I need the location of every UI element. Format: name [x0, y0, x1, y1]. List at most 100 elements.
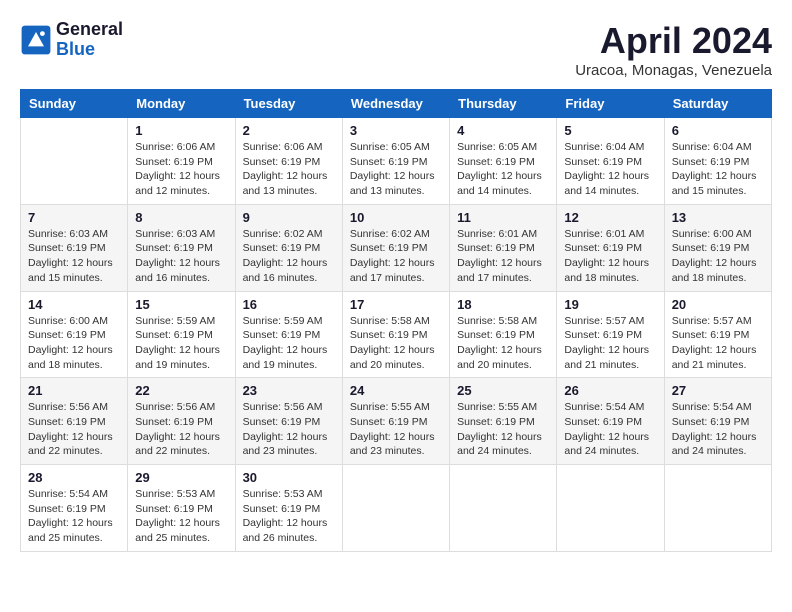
day-number: 27 — [672, 383, 764, 398]
calendar-day-header: Wednesday — [342, 90, 449, 118]
day-number: 16 — [243, 297, 335, 312]
calendar-week-row: 14 Sunrise: 6:00 AMSunset: 6:19 PMDayligh… — [21, 291, 772, 378]
location-subtitle: Uracoa, Monagas, Venezuela — [575, 62, 772, 79]
day-info: Sunrise: 5:59 AMSunset: 6:19 PMDaylight:… — [135, 314, 227, 373]
logo-icon — [20, 24, 52, 56]
calendar-week-row: 21 Sunrise: 5:56 AMSunset: 6:19 PMDayligh… — [21, 378, 772, 465]
calendar-cell — [557, 465, 664, 552]
day-info: Sunrise: 5:58 AMSunset: 6:19 PMDaylight:… — [350, 314, 442, 373]
logo-general: General — [56, 20, 123, 40]
calendar-cell: 3 Sunrise: 6:05 AMSunset: 6:19 PMDaylight… — [342, 118, 449, 205]
calendar-cell — [450, 465, 557, 552]
calendar-cell — [664, 465, 771, 552]
day-info: Sunrise: 6:05 AMSunset: 6:19 PMDaylight:… — [457, 140, 549, 199]
day-number: 6 — [672, 123, 764, 138]
calendar-cell: 11 Sunrise: 6:01 AMSunset: 6:19 PMDayligh… — [450, 204, 557, 291]
calendar-cell: 22Sunrise: 5:56 AMSunset: 6:19 PMDayligh… — [128, 378, 235, 465]
day-info: Sunrise: 5:55 AMSunset: 6:19 PMDaylight:… — [350, 400, 442, 459]
day-number: 7 — [28, 210, 120, 225]
day-number: 24 — [350, 383, 442, 398]
day-number: 28 — [28, 470, 120, 485]
day-info: Sunrise: 6:06 AMSunset: 6:19 PMDaylight:… — [135, 140, 227, 199]
day-number: 10 — [350, 210, 442, 225]
calendar-day-header: Tuesday — [235, 90, 342, 118]
day-info: Sunrise: 6:01 AMSunset: 6:19 PMDaylight:… — [457, 227, 549, 286]
day-number: 18 — [457, 297, 549, 312]
day-info: Sunrise: 5:57 AMSunset: 6:19 PMDaylight:… — [564, 314, 656, 373]
day-number: 23 — [243, 383, 335, 398]
day-number: 17 — [350, 297, 442, 312]
calendar-cell: 5Sunrise: 6:04 AMSunset: 6:19 PMDaylight… — [557, 118, 664, 205]
day-number: 13 — [672, 210, 764, 225]
day-number: 14 — [28, 297, 120, 312]
day-info: Sunrise: 6:04 AMSunset: 6:19 PMDaylight:… — [564, 140, 656, 199]
calendar-cell: 24 Sunrise: 5:55 AMSunset: 6:19 PMDayligh… — [342, 378, 449, 465]
calendar-cell: 13 Sunrise: 6:00 AMSunset: 6:19 PMDayligh… — [664, 204, 771, 291]
title-block: April 2024 Uracoa, Monagas, Venezuela — [575, 20, 772, 79]
day-info: Sunrise: 6:06 AMSunset: 6:19 PMDaylight:… — [243, 140, 335, 199]
day-info: Sunrise: 5:53 AMSunset: 6:19 PMDaylight:… — [135, 487, 227, 546]
day-info: Sunrise: 5:56 AMSunset: 6:19 PMDaylight:… — [28, 400, 120, 459]
day-number: 19 — [564, 297, 656, 312]
day-number: 9 — [243, 210, 335, 225]
calendar-cell: 16 Sunrise: 5:59 AMSunset: 6:19 PMDayligh… — [235, 291, 342, 378]
day-info: Sunrise: 6:01 AMSunset: 6:19 PMDaylight:… — [564, 227, 656, 286]
day-number: 2 — [243, 123, 335, 138]
calendar-cell: 20 Sunrise: 5:57 AMSunset: 6:19 PMDayligh… — [664, 291, 771, 378]
day-number: 26 — [564, 383, 656, 398]
calendar-cell: 9 Sunrise: 6:02 AMSunset: 6:19 PMDaylight… — [235, 204, 342, 291]
day-info: Sunrise: 5:57 AMSunset: 6:19 PMDaylight:… — [672, 314, 764, 373]
calendar-week-row: 1Sunrise: 6:06 AMSunset: 6:19 PMDaylight… — [21, 118, 772, 205]
day-number: 22 — [135, 383, 227, 398]
day-info: Sunrise: 5:54 AMSunset: 6:19 PMDaylight:… — [672, 400, 764, 459]
calendar-day-header: Sunday — [21, 90, 128, 118]
day-info: Sunrise: 6:02 AMSunset: 6:19 PMDaylight:… — [243, 227, 335, 286]
calendar-cell: 23Sunrise: 5:56 AMSunset: 6:19 PMDayligh… — [235, 378, 342, 465]
page-header: General Blue April 2024 Uracoa, Monagas,… — [20, 20, 772, 79]
calendar-week-row: 7 Sunrise: 6:03 AMSunset: 6:19 PMDaylight… — [21, 204, 772, 291]
calendar-day-header: Saturday — [664, 90, 771, 118]
day-number: 29 — [135, 470, 227, 485]
day-number: 21 — [28, 383, 120, 398]
calendar-day-header: Monday — [128, 90, 235, 118]
day-info: Sunrise: 5:54 AMSunset: 6:19 PMDaylight:… — [28, 487, 120, 546]
day-info: Sunrise: 5:59 AMSunset: 6:19 PMDaylight:… — [243, 314, 335, 373]
logo-text: General Blue — [56, 20, 123, 60]
month-title: April 2024 — [575, 20, 772, 62]
logo-blue: Blue — [56, 40, 123, 60]
day-number: 15 — [135, 297, 227, 312]
calendar-week-row: 28 Sunrise: 5:54 AMSunset: 6:19 PMDayligh… — [21, 465, 772, 552]
day-info: Sunrise: 5:55 AMSunset: 6:19 PMDaylight:… — [457, 400, 549, 459]
calendar-header-row: SundayMondayTuesdayWednesdayThursdayFrid… — [21, 90, 772, 118]
calendar-cell: 7 Sunrise: 6:03 AMSunset: 6:19 PMDaylight… — [21, 204, 128, 291]
calendar-cell: 14 Sunrise: 6:00 AMSunset: 6:19 PMDayligh… — [21, 291, 128, 378]
calendar-cell: 19 Sunrise: 5:57 AMSunset: 6:19 PMDayligh… — [557, 291, 664, 378]
calendar-cell: 29 Sunrise: 5:53 AMSunset: 6:19 PMDayligh… — [128, 465, 235, 552]
calendar-cell: 8 Sunrise: 6:03 AMSunset: 6:19 PMDaylight… — [128, 204, 235, 291]
day-info: Sunrise: 5:54 AMSunset: 6:19 PMDaylight:… — [564, 400, 656, 459]
day-number: 12 — [564, 210, 656, 225]
calendar-cell — [342, 465, 449, 552]
calendar-cell: 25 Sunrise: 5:55 AMSunset: 6:19 PMDayligh… — [450, 378, 557, 465]
calendar-cell: 1Sunrise: 6:06 AMSunset: 6:19 PMDaylight… — [128, 118, 235, 205]
day-info: Sunrise: 6:05 AMSunset: 6:19 PMDaylight:… — [350, 140, 442, 199]
logo: General Blue — [20, 20, 123, 60]
day-number: 20 — [672, 297, 764, 312]
calendar-cell: 2 Sunrise: 6:06 AMSunset: 6:19 PMDaylight… — [235, 118, 342, 205]
calendar-cell: 10 Sunrise: 6:02 AMSunset: 6:19 PMDayligh… — [342, 204, 449, 291]
day-number: 3 — [350, 123, 442, 138]
day-number: 4 — [457, 123, 549, 138]
day-info: Sunrise: 6:00 AMSunset: 6:19 PMDaylight:… — [672, 227, 764, 286]
day-number: 25 — [457, 383, 549, 398]
day-number: 8 — [135, 210, 227, 225]
day-info: Sunrise: 6:02 AMSunset: 6:19 PMDaylight:… — [350, 227, 442, 286]
day-info: Sunrise: 6:00 AMSunset: 6:19 PMDaylight:… — [28, 314, 120, 373]
calendar-cell: 28 Sunrise: 5:54 AMSunset: 6:19 PMDayligh… — [21, 465, 128, 552]
calendar-cell: 27 Sunrise: 5:54 AMSunset: 6:19 PMDayligh… — [664, 378, 771, 465]
day-info: Sunrise: 6:03 AMSunset: 6:19 PMDaylight:… — [28, 227, 120, 286]
day-number: 11 — [457, 210, 549, 225]
calendar-cell: 21 Sunrise: 5:56 AMSunset: 6:19 PMDayligh… — [21, 378, 128, 465]
day-info: Sunrise: 6:03 AMSunset: 6:19 PMDaylight:… — [135, 227, 227, 286]
calendar-cell: 12 Sunrise: 6:01 AMSunset: 6:19 PMDayligh… — [557, 204, 664, 291]
day-info: Sunrise: 5:58 AMSunset: 6:19 PMDaylight:… — [457, 314, 549, 373]
